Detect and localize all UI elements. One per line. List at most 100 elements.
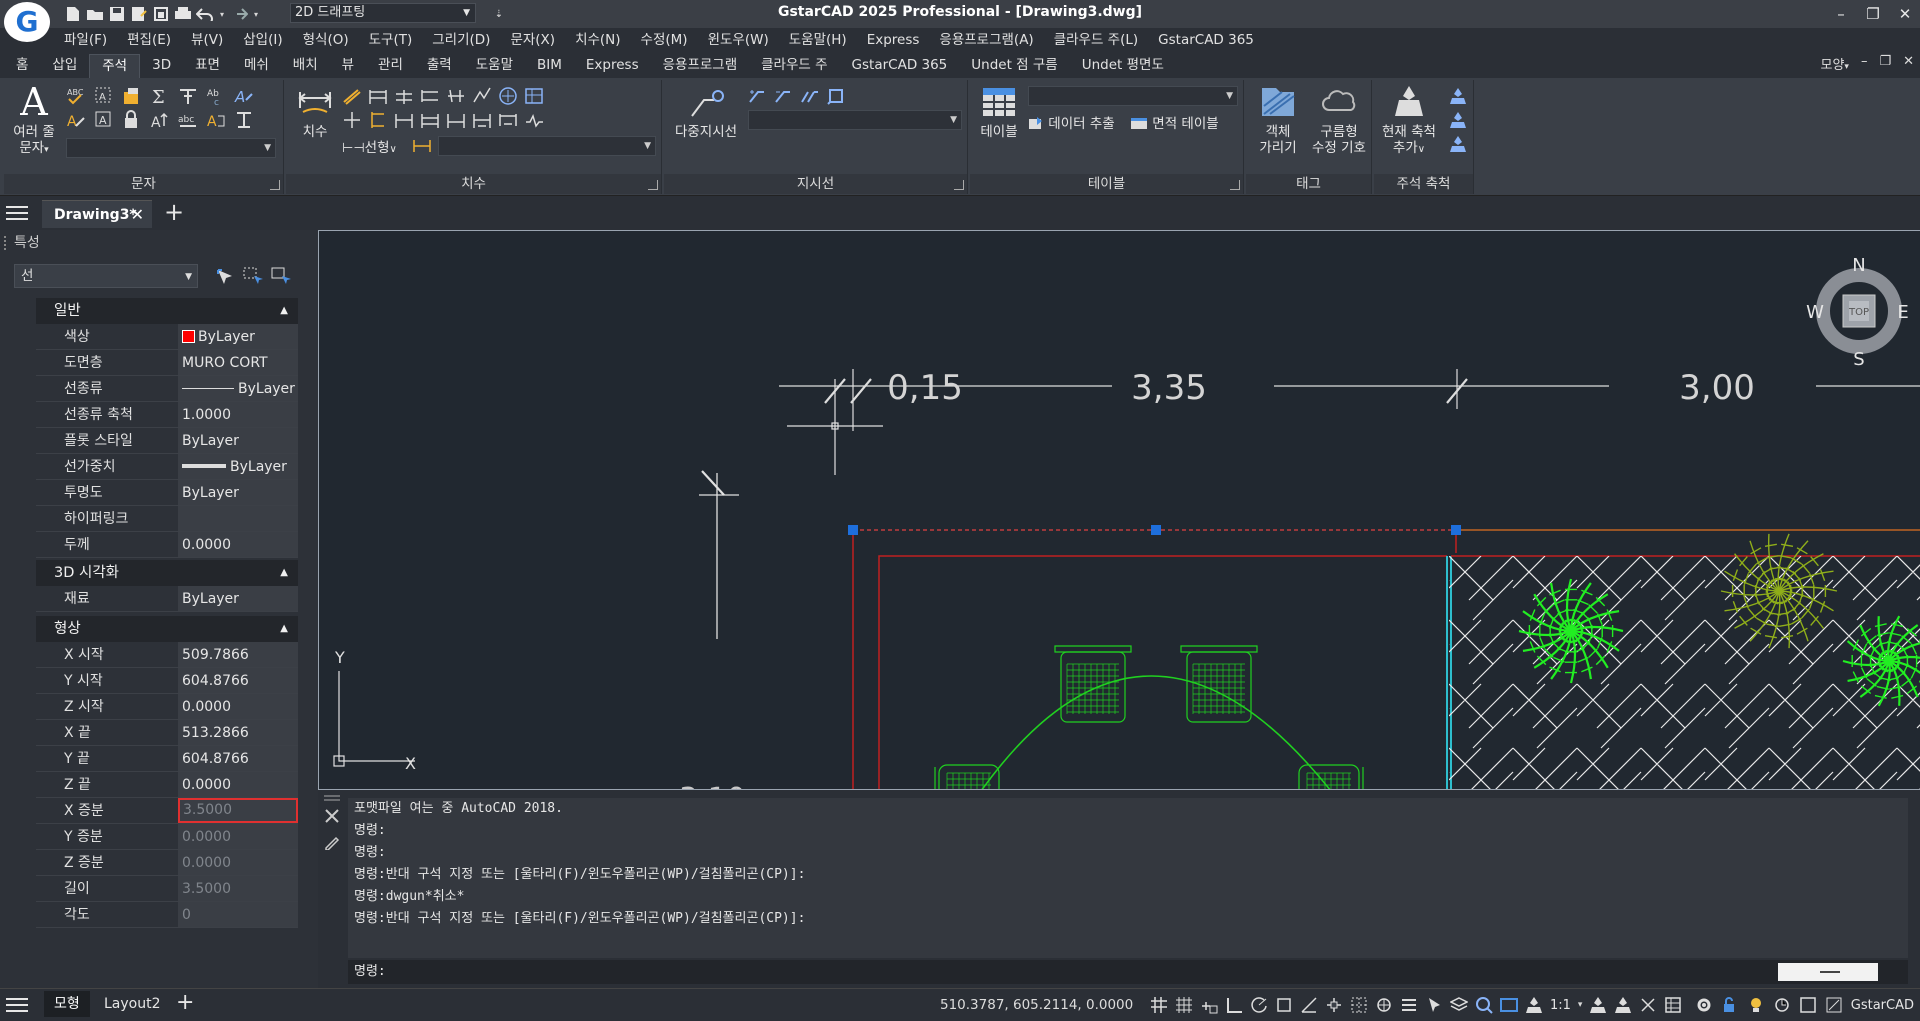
grip-end[interactable] bbox=[1451, 525, 1461, 535]
open-folder-icon[interactable] bbox=[86, 5, 104, 23]
menu-item[interactable]: 윈도우(W) bbox=[698, 28, 779, 52]
panel-launcher-icon[interactable] bbox=[648, 180, 658, 190]
prop-row-end-z[interactable]: Z 끝 0.0000 bbox=[36, 772, 298, 798]
section-header-general[interactable]: 일반 ▲ bbox=[36, 298, 298, 324]
tab-output[interactable]: 출력 bbox=[415, 54, 464, 78]
hamburger-menu-icon[interactable] bbox=[6, 997, 30, 1013]
new-tab-button[interactable]: + bbox=[164, 198, 184, 226]
table-style-combo[interactable]: ▼ bbox=[1028, 86, 1238, 106]
close-button[interactable]: ✕ bbox=[1896, 5, 1914, 23]
tab-gstarcad365[interactable]: GstarCAD 365 bbox=[840, 54, 960, 78]
text-mask-icon[interactable] bbox=[122, 110, 142, 130]
remove-leader-icon[interactable] bbox=[774, 86, 794, 106]
data-extract-button[interactable]: 데이터 추출 bbox=[1028, 112, 1115, 132]
grid-display-icon[interactable] bbox=[1150, 996, 1168, 1014]
add-current-scale-button[interactable]: 현재 축척 추가∨ bbox=[1376, 84, 1442, 158]
prop-row-plotstyle[interactable]: 플롯 스타일 ByLayer bbox=[36, 428, 298, 454]
3d-osnap-icon[interactable] bbox=[1350, 996, 1368, 1014]
scale-add-icon[interactable] bbox=[1448, 110, 1468, 130]
align-leader-icon[interactable] bbox=[800, 86, 820, 106]
prop-value[interactable]: 0.0000 bbox=[178, 694, 298, 719]
menu-item[interactable]: 수정(M) bbox=[631, 28, 698, 52]
grip-mid[interactable] bbox=[1151, 525, 1161, 535]
toggle-pickadd-icon[interactable] bbox=[214, 266, 236, 286]
tab-mesh[interactable]: 메쉬 bbox=[232, 54, 281, 78]
prop-value[interactable]: ByLayer bbox=[178, 586, 298, 611]
viewcube-west[interactable]: W bbox=[1806, 302, 1824, 323]
dim-space-icon[interactable] bbox=[420, 86, 440, 106]
text-case-icon[interactable]: Abc bbox=[206, 86, 226, 106]
text-convert-icon[interactable]: A bbox=[206, 110, 226, 130]
print-icon[interactable] bbox=[174, 5, 192, 23]
restore-button[interactable]: ❐ bbox=[1864, 5, 1882, 23]
multileader-button[interactable]: 다중지시선 bbox=[668, 84, 744, 140]
tab-undet-floorplan[interactable]: Undet 평면도 bbox=[1070, 54, 1176, 78]
undo-dropdown-icon[interactable]: ▾ bbox=[218, 5, 226, 23]
spell-check-icon[interactable]: ABC bbox=[66, 86, 86, 106]
close-icon[interactable]: ✕ bbox=[131, 201, 144, 229]
redo-icon[interactable] bbox=[230, 5, 248, 23]
ribbon-minimize-icon[interactable]: – bbox=[1861, 54, 1868, 73]
text-align-icon[interactable] bbox=[178, 86, 198, 106]
redo-dropdown-icon[interactable]: ▾ bbox=[252, 5, 260, 23]
prop-row-end-y[interactable]: Y 끝 604.8766 bbox=[36, 746, 298, 772]
annotation-scale-icon[interactable] bbox=[1525, 996, 1543, 1014]
dim-reassoc-icon[interactable] bbox=[394, 110, 414, 130]
sum-icon[interactable]: Σ bbox=[150, 86, 170, 106]
dim-baseline-icon[interactable] bbox=[368, 86, 388, 106]
prop-value[interactable]: 513.2866 bbox=[178, 720, 298, 745]
tab-home[interactable]: 홈 bbox=[4, 54, 40, 78]
dim-aligned-icon[interactable] bbox=[342, 86, 362, 106]
tab-view[interactable]: 뷰 bbox=[330, 54, 366, 78]
prop-row-delta-y[interactable]: Y 증분 0.0000 bbox=[36, 824, 298, 850]
viewcube-east[interactable]: E bbox=[1897, 302, 1908, 323]
selection-filter-icon[interactable] bbox=[1639, 996, 1657, 1014]
lineweight-icon[interactable] bbox=[1400, 996, 1418, 1014]
tab-manage[interactable]: 관리 bbox=[366, 54, 415, 78]
tab-surface[interactable]: 표면 bbox=[183, 54, 232, 78]
annotation-monitor-icon[interactable] bbox=[1500, 996, 1518, 1014]
close-icon[interactable] bbox=[324, 808, 340, 824]
gstarcad-app-icon[interactable] bbox=[1825, 996, 1843, 1014]
text-edit-icon[interactable]: A bbox=[66, 110, 86, 130]
text-style-icon[interactable] bbox=[122, 86, 142, 106]
hamburger-menu-icon[interactable] bbox=[6, 204, 28, 222]
text-justify-icon[interactable]: abc bbox=[178, 110, 198, 130]
snap-tracking-icon[interactable] bbox=[1325, 996, 1343, 1014]
palette-grip-icon[interactable] bbox=[4, 236, 8, 250]
dim-oblique-icon[interactable] bbox=[446, 110, 466, 130]
prop-value[interactable]: 0.0000 bbox=[178, 772, 298, 797]
prop-row-angle[interactable]: 각도 0 bbox=[36, 902, 298, 928]
publish-icon[interactable] bbox=[152, 5, 170, 23]
dim-tedit-icon[interactable] bbox=[498, 110, 518, 130]
prop-row-ltscale[interactable]: 선종류 축척 1.0000 bbox=[36, 402, 298, 428]
selection-cycling-icon[interactable] bbox=[1425, 996, 1443, 1014]
grip-start[interactable] bbox=[848, 525, 858, 535]
prop-row-delta-z[interactable]: Z 증분 0.0000 bbox=[36, 850, 298, 876]
tab-bim[interactable]: BIM bbox=[525, 54, 574, 78]
snap-grid-icon[interactable] bbox=[1175, 996, 1193, 1014]
prop-value[interactable]: ByLayer bbox=[178, 480, 298, 505]
prop-row-thickness[interactable]: 두께 0.0000 bbox=[36, 532, 298, 558]
quick-select-icon[interactable] bbox=[270, 266, 292, 286]
select-objects-icon[interactable] bbox=[242, 266, 264, 286]
tab-applications[interactable]: 응용프로그램 bbox=[651, 54, 750, 78]
dim-style-combo[interactable]: ▼ bbox=[438, 136, 656, 156]
lock-icon[interactable] bbox=[1721, 996, 1739, 1014]
command-scroll-box[interactable] bbox=[1778, 963, 1878, 981]
customize-qat-icon[interactable]: ⇣ bbox=[490, 5, 508, 23]
prop-value-lineweight[interactable]: ByLayer bbox=[178, 454, 298, 479]
prop-row-start-y[interactable]: Y 시작 604.8766 bbox=[36, 668, 298, 694]
prop-row-start-z[interactable]: Z 시작 0.0000 bbox=[36, 694, 298, 720]
table-button[interactable]: 테이블 bbox=[974, 84, 1024, 140]
prop-value[interactable]: 1.0000 bbox=[178, 402, 298, 427]
dim-table-icon[interactable] bbox=[524, 86, 544, 106]
linear-dim-button[interactable]: ⊢⊣선형∨ bbox=[342, 136, 397, 156]
prop-value[interactable]: 604.8766 bbox=[178, 668, 298, 693]
prop-row-material[interactable]: 재료 ByLayer bbox=[36, 586, 298, 612]
undo-icon[interactable] bbox=[196, 5, 214, 23]
ribbon-restore-icon[interactable]: ❐ bbox=[1879, 54, 1891, 73]
tab-3d[interactable]: 3D bbox=[140, 54, 183, 78]
auto-scale-icon[interactable] bbox=[1614, 996, 1632, 1014]
prop-row-linetype[interactable]: 선종류 ByLayer bbox=[36, 376, 298, 402]
